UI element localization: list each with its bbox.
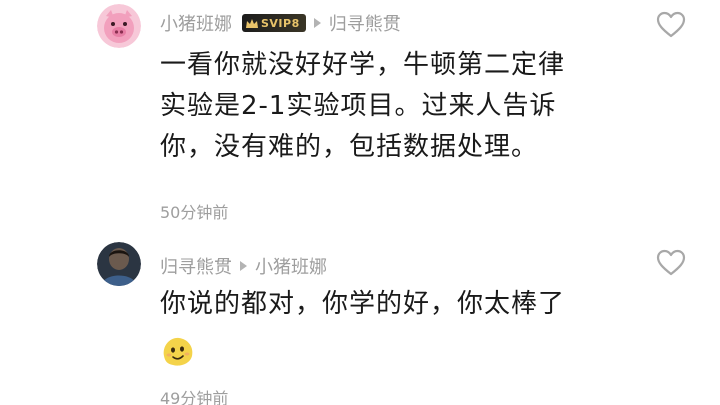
like-button[interactable] bbox=[656, 249, 686, 276]
reply-arrow-icon bbox=[240, 261, 247, 271]
avatar[interactable] bbox=[97, 4, 141, 48]
author-name[interactable]: 小猪班娜 bbox=[160, 10, 232, 36]
vip-badge: SVIP8 bbox=[242, 14, 306, 32]
comment-thread: 小猪班娜 SVIP8 归寻熊贯 一看你就没好好学，牛顿第二定律 实验是2-1实验… bbox=[0, 0, 720, 405]
pink-pig-avatar-icon bbox=[97, 4, 141, 48]
vip-badge-label: SVIP8 bbox=[261, 16, 300, 30]
reply-to-name[interactable]: 归寻熊贯 bbox=[329, 10, 401, 36]
comment-item: 归寻熊贯 小猪班娜 你说的都对，你学的好，你太棒了 49分钟前 bbox=[0, 235, 720, 405]
comment-text: 你说的都对，你学的好，你太棒了 bbox=[160, 284, 565, 325]
comment-text-line: 实验是2-1实验项目。过来人告诉 bbox=[160, 91, 557, 121]
comment-meta: 归寻熊贯 小猪班娜 bbox=[160, 253, 327, 279]
comment-text-line: 你，没有难的，包括数据处理。 bbox=[160, 132, 539, 162]
crown-icon bbox=[246, 18, 258, 28]
comment-timestamp: 50分钟前 bbox=[160, 203, 229, 222]
reply-to-name[interactable]: 小猪班娜 bbox=[255, 253, 327, 279]
like-button[interactable] bbox=[656, 11, 686, 38]
comment-text-line: 一看你就没好好学，牛顿第二定律 bbox=[160, 50, 566, 80]
comment-text: 一看你就没好好学，牛顿第二定律 实验是2-1实验项目。过来人告诉 你，没有难的，… bbox=[160, 45, 565, 168]
heart-outline-icon bbox=[656, 249, 686, 276]
heart-outline-icon bbox=[656, 11, 686, 38]
reply-arrow-icon bbox=[313, 18, 321, 28]
comment-timestamp: 49分钟前 bbox=[160, 389, 229, 405]
comment-item: 小猪班娜 SVIP8 归寻熊贯 一看你就没好好学，牛顿第二定律 实验是2-1实验… bbox=[0, 0, 720, 230]
yellow-blob-emoji-icon bbox=[160, 334, 196, 368]
comment-meta: 小猪班娜 SVIP8 归寻熊贯 bbox=[160, 10, 401, 36]
author-name[interactable]: 归寻熊贯 bbox=[160, 253, 232, 279]
avatar[interactable] bbox=[97, 242, 141, 286]
comment-text-line: 你说的都对，你学的好，你太棒了 bbox=[160, 289, 566, 319]
dark-photo-avatar-icon bbox=[97, 242, 141, 286]
